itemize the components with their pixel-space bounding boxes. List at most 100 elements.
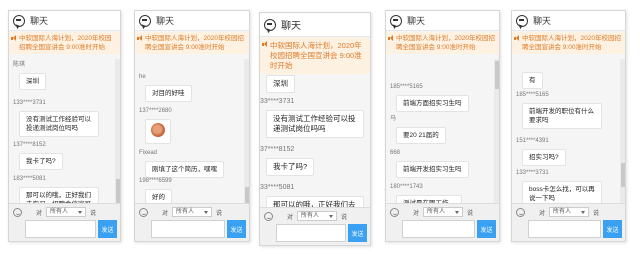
message-item: he 对目的好哇 [139,73,192,102]
to-label: 对 [287,214,294,221]
scrollbar[interactable] [620,59,625,203]
scrollbar-thumb[interactable] [116,179,120,205]
chat-bubble-icon [13,14,25,27]
message-bubble [145,119,171,144]
announcement-text: 中软国际人海计划，2020年校园招聘全国宣讲会 9:00准时开始 [19,35,112,51]
message-username: 180****1743 [390,184,423,190]
recipient-select[interactable]: 所有人 [297,211,338,221]
recipient-select[interactable]: 所有人 [423,207,464,217]
speaker-icon [11,35,17,41]
message-bubble: 没有测试工作经验可以投递测试岗位吗吗 [266,110,364,138]
message-username: 133****3731 [13,100,46,106]
announcement-text: 中软国际人海计划，2020年校园招聘全国宣讲会 9:00准时开始 [396,35,495,51]
message-bubble: 要20 21届的 [396,127,446,144]
chat-bubble-icon [390,14,402,27]
say-label: 说 [467,210,474,217]
chat-bubble-icon [139,14,151,27]
message-input[interactable] [25,220,96,238]
send-button[interactable]: 发送 [98,220,117,238]
message-username: 183****5081 [13,176,46,182]
announcement-text: 中软国际人海计划，2020年校园招聘全国宣讲会 9:00准时开始 [270,41,362,70]
chat-input-area: 对 所有人 说 发送 [9,203,120,241]
scrollbar-thumb[interactable] [495,61,499,89]
message-username: 马 [390,116,397,122]
message-input[interactable] [402,220,475,238]
message-item: 马 要20 21届的 [390,115,446,144]
scrollbar-thumb[interactable] [621,163,625,187]
recipient-select[interactable]: 所有人 [172,207,213,217]
announcement-banner: 中软国际人海计划，2020年校园招聘全国宣讲会 9:00准时开始 [512,32,625,54]
announcement-text: 中软国际人海计划，2020年校园招聘全国宣讲会 9:00准时开始 [145,35,244,51]
sticker-image [151,123,165,137]
recipient-select[interactable]: 所有人 [549,207,590,217]
chat-input-area: 对 所有人 说 发送 [260,207,370,245]
message-bubble: 深圳 [19,73,46,90]
message-list: 185****5165 前端方面招实习生吗 马 要20 21届的 668 前端开… [386,59,499,203]
message-item: 133****3731 没有测试工作经验可以投递测试岗位吗吗 [13,99,105,137]
scrollbar[interactable] [494,59,499,203]
message-list: he 对目的好哇 137****2680 Fixead 刚填了这个简历，嘿嘿 1… [135,59,249,203]
message-bubble: 我卡了吗? [266,158,315,176]
chat-input-area: 对 所有人 说 发送 [135,203,249,241]
chat-panel-2: 聊天 中软国际人海计划，2020年校园招聘全国宣讲会 9:00准时开始 he 对… [134,10,250,242]
message-bubble: 我卡了吗? [19,153,63,170]
message-bubble: boss卡怎么找，可以再说一下吗 [522,181,602,203]
emoji-icon[interactable] [139,207,148,217]
chat-title: 聊天 [407,16,426,26]
message-item: 180****1743 测试是在哪工作。 [390,183,462,203]
send-button[interactable]: 发送 [603,220,622,238]
speaker-icon [137,35,143,41]
message-item: 37****8152 我卡了吗? [260,145,315,176]
speaker-icon [388,35,394,41]
message-username: 198****6599 [139,178,172,184]
announcement-banner: 中软国际人海计划，2020年校园招聘全国宣讲会 9:00准时开始 [9,32,120,54]
scrollbar[interactable] [115,59,120,205]
message-item: 133****3731 boss卡怎么找，可以再说一下吗 [516,169,620,203]
speaker-icon [514,35,520,41]
message-bubble: 对目的好哇 [145,85,192,102]
send-button[interactable]: 发送 [477,220,496,238]
message-item: 陈琪 深圳 [13,61,46,90]
chat-panel-3: 聊天 中软国际人海计划，2020年校园招聘全国宣讲会 9:00准时开始 深圳 3… [259,12,371,246]
send-button[interactable]: 发送 [348,224,367,242]
chat-panel-4: 聊天 中软国际人海计划，2020年校园招聘全国宣讲会 9:00准时开始 185*… [385,10,500,242]
chat-input-area: 对 所有人 说 发送 [386,203,499,241]
message-list: 深圳 33****3731 没有测试工作经验可以投递测试岗位吗吗 37****8… [260,69,370,207]
announcement-banner: 中软国际人海计划，2020年校园招聘全国宣讲会 9:00准时开始 [135,32,249,54]
say-label: 说 [90,210,97,217]
message-item: 198****6599 好的 [139,177,172,203]
message-username: 151****4391 [516,138,549,144]
chat-title: 聊天 [533,16,552,26]
message-item: 183****5081 那可以的哦，正好我们去实习，招聘会信家可以电 [13,175,105,203]
emoji-icon[interactable] [13,207,22,217]
emoji-icon[interactable] [264,211,273,221]
chat-header: 聊天 [9,11,120,31]
message-item: 33****5081 那可以的哦，正好我们去实习，招聘会信家可以电话沟通吧 [260,183,368,207]
chat-title: 聊天 [156,16,175,26]
chat-input-area: 对 所有人 说 发送 [512,203,625,241]
emoji-icon[interactable] [390,207,399,217]
message-item: 深圳 [260,73,295,93]
message-bubble: 深圳 [266,75,295,93]
emoji-icon[interactable] [516,207,525,217]
message-item: 137****2680 [139,107,172,144]
message-input[interactable] [151,220,225,238]
message-bubble: 那可以的哦，正好我们去实习，招聘会信家可以电 [19,187,99,203]
message-item: 185****5165 前端开发的职位有什么要求吗 [516,91,620,129]
message-input[interactable] [276,224,346,242]
say-label: 说 [593,210,600,217]
scrollbar[interactable] [244,59,249,205]
chat-panel-1: 聊天 中软国际人海计划，2020年校园招聘全国宣讲会 9:00准时开始 陈琪 深… [8,10,121,242]
message-username: 37****8152 [260,146,295,153]
recipient-select[interactable]: 所有人 [46,207,87,217]
message-item: 185****5165 前端方面招实习生吗 [390,83,469,112]
message-username: he [139,74,146,80]
send-button[interactable]: 发送 [227,220,246,238]
message-item: 33****3731 没有测试工作经验可以投递测试岗位吗吗 [260,97,368,138]
chat-header: 聊天 [135,11,249,31]
message-item: 668 前端开发招实习生吗 [390,149,469,178]
chat-panel-5: 聊天 中软国际人海计划，2020年校园招聘全国宣讲会 9:00准时开始 有 18… [511,10,626,242]
message-bubble: 前端方面招实习生吗 [396,95,469,112]
message-input[interactable] [528,220,601,238]
to-label: 对 [162,210,169,217]
